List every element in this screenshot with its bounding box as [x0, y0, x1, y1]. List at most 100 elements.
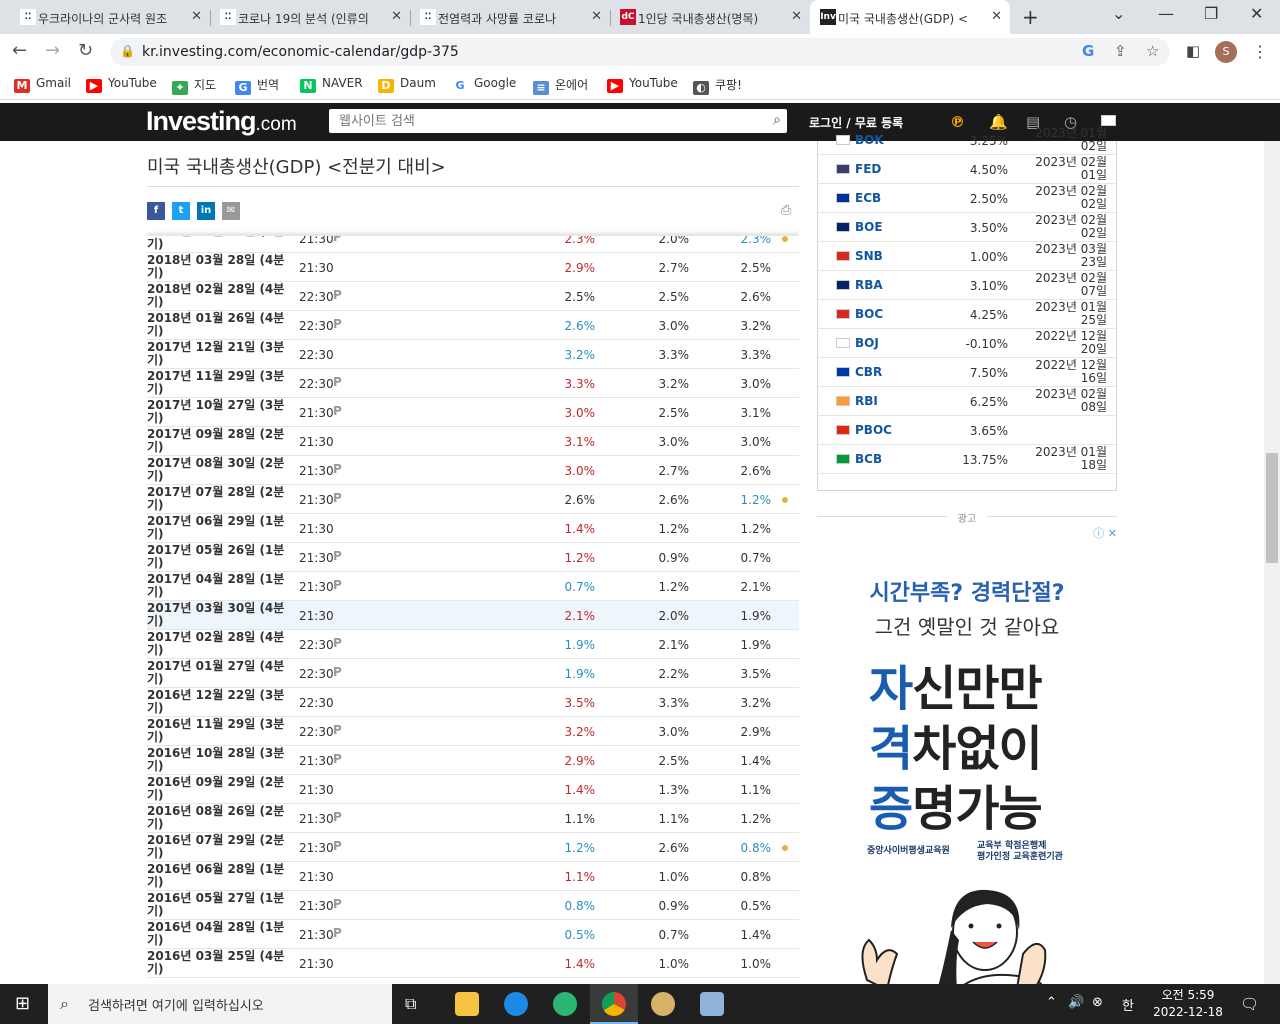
file-explorer-icon[interactable]: [455, 992, 479, 1016]
notification-icon[interactable]: 🗨: [1240, 995, 1259, 1013]
facebook-share-icon[interactable]: f: [147, 202, 165, 220]
bank-name[interactable]: RBA: [855, 278, 883, 292]
tab-search-icon[interactable]: ⌄: [1112, 4, 1125, 23]
bookmark-item[interactable]: D Daum: [378, 76, 436, 93]
bookmark-item[interactable]: ◐ 쿠팡!: [693, 76, 742, 95]
country-flag-icon: [836, 454, 850, 464]
bank-name[interactable]: BOJ: [855, 336, 879, 350]
ad-slogan-3: 증명가능: [869, 781, 1043, 837]
close-window-button[interactable]: ✕: [1250, 4, 1263, 23]
central-bank-row[interactable]: SNB 1.00% 2023년 03월 23일: [818, 242, 1116, 271]
table-row: 2017년 08월 30일 (2분기) 21:30 P 3.0% 2.7% 2.6%: [147, 456, 799, 485]
twitter-share-icon[interactable]: t: [172, 202, 190, 220]
bookmark-item[interactable]: M Gmail: [14, 76, 71, 93]
bank-name[interactable]: PBOC: [855, 423, 892, 437]
bookmark-item[interactable]: N NAVER: [300, 76, 363, 93]
central-bank-row[interactable]: BOC 4.25% 2023년 01월 25일: [818, 300, 1116, 329]
bank-name[interactable]: ECB: [855, 191, 881, 205]
scrollbar-thumb[interactable]: [1266, 453, 1278, 563]
bank-name[interactable]: BOE: [855, 220, 883, 234]
bookmark-item[interactable]: ▶ YouTube: [607, 76, 678, 93]
bank-name[interactable]: RBI: [855, 394, 878, 408]
browser-tab[interactable]: ⁚⁚ 전염력과 사망률 코로나 ✕: [410, 0, 610, 34]
chrome-icon[interactable]: [602, 992, 626, 1016]
central-bank-row[interactable]: BOK 3.25% 2023년 01월 02일: [818, 126, 1116, 155]
reload-icon[interactable]: ↻: [78, 40, 93, 61]
bank-name[interactable]: CBR: [855, 365, 882, 379]
minimize-button[interactable]: —: [1158, 4, 1174, 23]
bank-name[interactable]: BCB: [855, 452, 882, 466]
central-bank-row[interactable]: BOE 3.50% 2023년 02월 02일: [818, 213, 1116, 242]
google-translate-icon[interactable]: G: [1082, 42, 1094, 60]
bookmark-item[interactable]: G 번역: [235, 76, 279, 95]
central-bank-row[interactable]: RBA 3.10% 2023년 02월 07일: [818, 271, 1116, 300]
menu-kebab-icon[interactable]: ⋮: [1252, 42, 1268, 61]
ad-close-icon[interactable]: ⓘ ✕: [1087, 525, 1117, 541]
table-row: 2016년 12월 22일 (3분기) 22:30 3.5% 3.3% 3.2%: [147, 688, 799, 717]
tab-close-icon[interactable]: ✕: [991, 9, 1002, 24]
central-bank-row[interactable]: RBI 6.25% 2023년 02월 08일: [818, 387, 1116, 416]
url-text[interactable]: kr.investing.com/economic-calendar/gdp-3…: [142, 44, 459, 60]
new-tab-button[interactable]: +: [1022, 5, 1039, 29]
internet-explorer-icon[interactable]: [504, 992, 528, 1016]
advertisement[interactable]: ⓘ ✕ 시간부족? 경력단절? 그건 옛말인 것 같아요 자신만만 격차없이 증…: [817, 525, 1117, 984]
edge-icon[interactable]: [553, 992, 577, 1016]
bookmark-star-icon[interactable]: ☆: [1146, 42, 1159, 60]
bookmark-item[interactable]: ≡ 온에어: [533, 76, 588, 95]
tab-close-icon[interactable]: ✕: [391, 9, 402, 24]
page-scrollbar[interactable]: [1264, 141, 1280, 984]
revision-dot-icon[interactable]: [782, 497, 788, 503]
paint-icon[interactable]: [700, 992, 724, 1016]
bank-name[interactable]: BOC: [855, 307, 883, 321]
taskbar-search[interactable]: ⌕ 검색하려면 여기에 입력하십시오: [48, 984, 392, 1024]
release-time: 21:30: [299, 812, 334, 826]
tab-close-icon[interactable]: ✕: [191, 9, 202, 24]
print-icon[interactable]: ⎙: [781, 203, 791, 218]
tab-close-icon[interactable]: ✕: [791, 9, 802, 24]
bookmark-item[interactable]: ✦ 지도: [172, 76, 216, 95]
tab-title: 우크라이나의 군사력 원조: [38, 12, 168, 26]
site-search[interactable]: ⌕: [329, 109, 787, 133]
browser-tab[interactable]: ⁚⁚ 코로나 19의 분석 (인류의 ✕: [210, 0, 410, 34]
revision-dot-icon[interactable]: [782, 845, 788, 851]
browser-tab[interactable]: Inv 미국 국내총생산(GDP) < ✕: [810, 0, 1010, 34]
revision-dot-icon[interactable]: [782, 236, 788, 242]
task-view-icon[interactable]: ⧉: [405, 994, 416, 1014]
language-flag-icon[interactable]: [1101, 115, 1116, 126]
taskbar-clock[interactable]: 오전 5:59 2022-12-18: [1150, 987, 1226, 1021]
tab-close-icon[interactable]: ✕: [591, 9, 602, 24]
volume-icon[interactable]: 🔊: [1068, 995, 1084, 1010]
bookmark-item[interactable]: G Google: [452, 76, 516, 93]
next-meeting-date: 2023년 01월 25일: [1035, 300, 1107, 327]
profile-avatar[interactable]: S: [1215, 41, 1237, 63]
back-icon[interactable]: ←: [12, 40, 27, 61]
address-bar[interactable]: 🔒 kr.investing.com/economic-calendar/gdp…: [110, 38, 1170, 66]
browser-tab[interactable]: dC 1인당 국내총생산(명목) ✕: [610, 0, 810, 34]
bookmark-item[interactable]: ▶ YouTube: [86, 76, 157, 93]
owl-app-icon[interactable]: [651, 992, 675, 1016]
restore-button[interactable]: ❐: [1204, 4, 1218, 23]
network-off-icon[interactable]: ⊗: [1092, 995, 1103, 1010]
tray-chevron-icon[interactable]: ⌃: [1046, 995, 1057, 1010]
central-bank-row[interactable]: BCB 13.75% 2023년 01월 18일: [818, 445, 1116, 474]
bank-name[interactable]: SNB: [855, 249, 883, 263]
side-panel-icon[interactable]: ◧: [1186, 42, 1200, 60]
windows-start-icon[interactable]: ⊞: [15, 993, 30, 1014]
investing-logo[interactable]: Investing.com: [146, 106, 297, 137]
ime-indicator[interactable]: 한: [1122, 995, 1134, 1014]
browser-tab[interactable]: ⁚⁚ 우크라이나의 군사력 원조 ✕: [10, 0, 210, 34]
share-icon[interactable]: ⇪: [1114, 42, 1127, 60]
central-bank-row[interactable]: PBOC 3.65%: [818, 416, 1116, 445]
linkedin-share-icon[interactable]: in: [197, 202, 215, 220]
bookmark-label: Daum: [400, 76, 436, 90]
central-bank-row[interactable]: FED 4.50% 2023년 02월 01일: [818, 155, 1116, 184]
bank-name[interactable]: BOK: [855, 133, 884, 147]
site-search-input[interactable]: [329, 109, 749, 133]
email-share-icon[interactable]: ✉: [222, 202, 240, 220]
central-bank-row[interactable]: BOJ -0.10% 2022년 12월 20일: [818, 329, 1116, 358]
forward-icon[interactable]: →: [45, 40, 60, 61]
bank-name[interactable]: FED: [855, 162, 881, 176]
central-bank-row[interactable]: ECB 2.50% 2023년 02월 02일: [818, 184, 1116, 213]
search-icon[interactable]: ⌕: [773, 112, 781, 128]
central-bank-row[interactable]: CBR 7.50% 2022년 12월 16일: [818, 358, 1116, 387]
